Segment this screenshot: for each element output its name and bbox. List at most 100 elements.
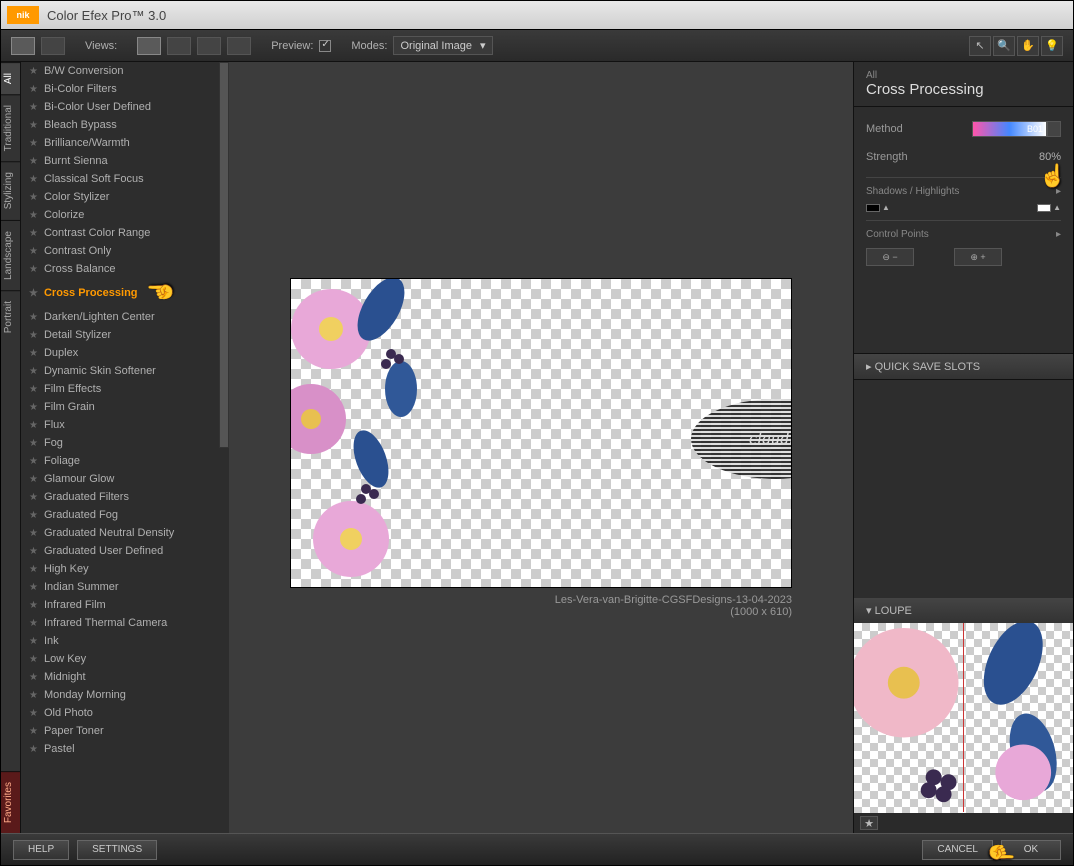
expand-icon[interactable]: ▸: [1056, 186, 1061, 197]
star-icon[interactable]: ★: [29, 456, 38, 467]
star-icon[interactable]: ★: [29, 492, 38, 503]
cancel-button[interactable]: CANCEL ☝: [922, 840, 993, 860]
help-button[interactable]: HELP: [13, 840, 69, 860]
filter-item[interactable]: ★Darken/Lighten Center: [21, 308, 229, 326]
vtab-stylizing[interactable]: Stylizing: [1, 161, 20, 219]
star-icon[interactable]: ★: [29, 66, 38, 77]
filter-item[interactable]: ★High Key: [21, 560, 229, 578]
info-tool-icon[interactable]: 💡: [1041, 36, 1063, 56]
settings-button[interactable]: SETTINGS: [77, 840, 157, 860]
star-icon[interactable]: ★: [29, 618, 38, 629]
filter-item[interactable]: ★Monday Morning: [21, 686, 229, 704]
filter-item[interactable]: ★Colorize: [21, 206, 229, 224]
filter-item[interactable]: ★Detail Stylizer: [21, 326, 229, 344]
star-icon[interactable]: ★: [29, 246, 38, 257]
method-dropdown[interactable]: [1047, 121, 1061, 137]
view-layout-4[interactable]: [227, 37, 251, 55]
filter-item[interactable]: ★Ink: [21, 632, 229, 650]
star-icon[interactable]: ★: [29, 402, 38, 413]
star-icon[interactable]: ★: [29, 690, 38, 701]
star-icon[interactable]: ★: [29, 156, 38, 167]
star-icon[interactable]: ★: [29, 654, 38, 665]
star-icon[interactable]: ★: [29, 348, 38, 359]
filter-item[interactable]: ★Flux: [21, 416, 229, 434]
star-icon[interactable]: ★: [29, 384, 38, 395]
star-icon[interactable]: ★: [29, 84, 38, 95]
pan-tool-icon[interactable]: ✋: [1017, 36, 1039, 56]
preview-checkbox[interactable]: [319, 40, 331, 52]
star-icon[interactable]: ★: [29, 726, 38, 737]
star-icon[interactable]: ★: [29, 438, 38, 449]
filter-item[interactable]: ★Film Grain: [21, 398, 229, 416]
view-list-button[interactable]: [41, 37, 65, 55]
loupe-header[interactable]: ▾ LOUPE: [854, 598, 1073, 623]
star-icon[interactable]: ★: [29, 228, 38, 239]
star-icon[interactable]: ★: [29, 582, 38, 593]
filter-item[interactable]: ★Low Key: [21, 650, 229, 668]
filter-item[interactable]: ★Infrared Film: [21, 596, 229, 614]
vtab-traditional[interactable]: Traditional: [1, 94, 20, 161]
filter-item[interactable]: ★Glamour Glow: [21, 470, 229, 488]
filter-list[interactable]: ★B/W Conversion★Bi-Color Filters★Bi-Colo…: [21, 62, 229, 833]
view-layout-1[interactable]: [137, 37, 161, 55]
filter-item[interactable]: ★Film Effects: [21, 380, 229, 398]
filter-item[interactable]: ★Fog: [21, 434, 229, 452]
view-thumb-button[interactable]: [11, 37, 35, 55]
vtab-landscape[interactable]: Landscape: [1, 220, 20, 290]
zoom-tool-icon[interactable]: 🔍: [993, 36, 1015, 56]
filter-item[interactable]: ★Cross Processing☝: [21, 278, 229, 308]
star-icon[interactable]: ★: [29, 546, 38, 557]
star-icon[interactable]: ★: [29, 210, 38, 221]
star-icon[interactable]: ★: [29, 744, 38, 755]
modes-dropdown[interactable]: Original Image ▾: [393, 36, 492, 55]
filter-item[interactable]: ★Bi-Color Filters: [21, 80, 229, 98]
filter-item[interactable]: ★B/W Conversion: [21, 62, 229, 80]
star-icon[interactable]: ★: [29, 708, 38, 719]
view-layout-2[interactable]: [167, 37, 191, 55]
filter-item[interactable]: ★Graduated Neutral Density: [21, 524, 229, 542]
ok-button[interactable]: OK: [1001, 840, 1061, 860]
filter-item[interactable]: ★Infrared Thermal Camera: [21, 614, 229, 632]
filter-item[interactable]: ★Midnight: [21, 668, 229, 686]
filter-item[interactable]: ★Duplex: [21, 344, 229, 362]
pointer-tool-icon[interactable]: ↖: [969, 36, 991, 56]
vtab-favorites[interactable]: Favorites: [1, 771, 20, 833]
star-icon[interactable]: ★: [29, 636, 38, 647]
star-icon[interactable]: ★: [29, 288, 38, 299]
star-icon[interactable]: ★: [29, 138, 38, 149]
filter-item[interactable]: ★Graduated User Defined: [21, 542, 229, 560]
filter-item[interactable]: ★Graduated Fog: [21, 506, 229, 524]
vtab-portrait[interactable]: Portrait: [1, 290, 20, 343]
filter-item[interactable]: ★Dynamic Skin Softener: [21, 362, 229, 380]
filter-item[interactable]: ★Paper Toner: [21, 722, 229, 740]
star-icon[interactable]: ★: [29, 600, 38, 611]
star-icon[interactable]: ★: [29, 474, 38, 485]
star-icon[interactable]: ★: [29, 564, 38, 575]
filter-item[interactable]: ★Indian Summer: [21, 578, 229, 596]
filter-item[interactable]: ★Cross Balance: [21, 260, 229, 278]
loupe-pin-icon[interactable]: ★: [860, 816, 878, 830]
star-icon[interactable]: ★: [29, 312, 38, 323]
vtab-all[interactable]: All: [1, 62, 20, 94]
star-icon[interactable]: ★: [29, 672, 38, 683]
filter-item[interactable]: ★Classical Soft Focus: [21, 170, 229, 188]
view-layout-3[interactable]: [197, 37, 221, 55]
control-point-remove[interactable]: ⊖ −: [866, 248, 914, 266]
quick-save-header[interactable]: ▸ QUICK SAVE SLOTS: [854, 353, 1073, 380]
star-icon[interactable]: ★: [29, 192, 38, 203]
filter-item[interactable]: ★Bi-Color User Defined: [21, 98, 229, 116]
filter-item[interactable]: ★Old Photo: [21, 704, 229, 722]
star-icon[interactable]: ★: [29, 330, 38, 341]
shadow-swatch[interactable]: [866, 204, 880, 212]
expand-icon[interactable]: ▸: [1056, 229, 1061, 240]
star-icon[interactable]: ★: [29, 420, 38, 431]
filter-item[interactable]: ★Contrast Only: [21, 242, 229, 260]
star-icon[interactable]: ★: [29, 102, 38, 113]
highlight-swatch[interactable]: [1037, 204, 1051, 212]
filter-item[interactable]: ★Bleach Bypass: [21, 116, 229, 134]
scrollbar[interactable]: [219, 62, 229, 448]
star-icon[interactable]: ★: [29, 366, 38, 377]
control-point-add[interactable]: ⊕ +: [954, 248, 1002, 266]
filter-item[interactable]: ★Graduated Filters: [21, 488, 229, 506]
star-icon[interactable]: ★: [29, 264, 38, 275]
